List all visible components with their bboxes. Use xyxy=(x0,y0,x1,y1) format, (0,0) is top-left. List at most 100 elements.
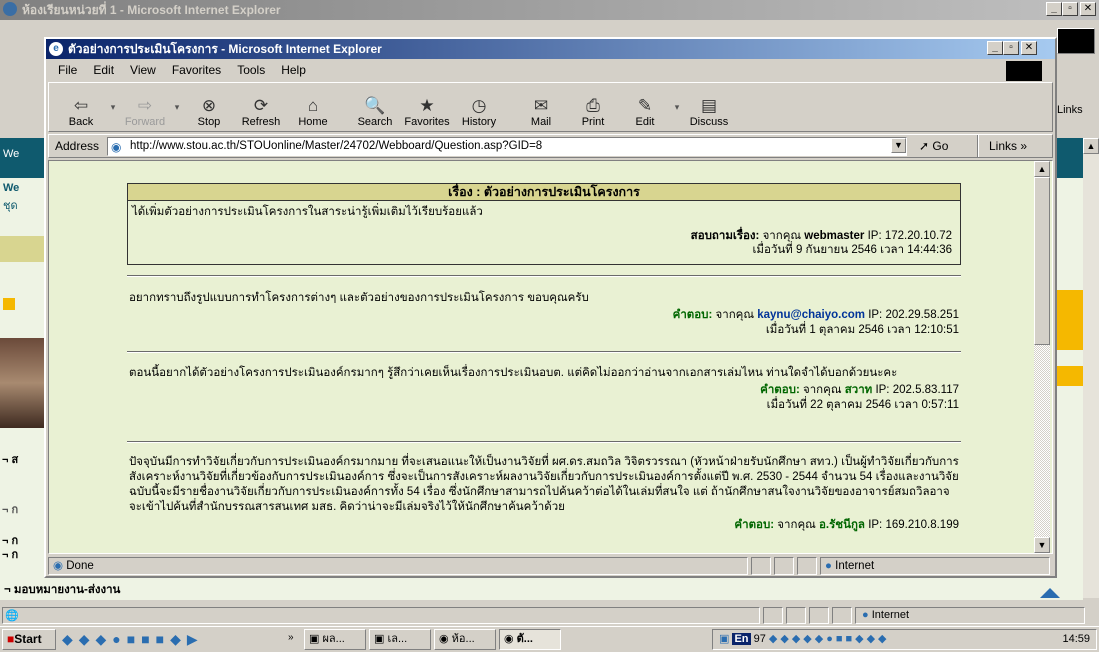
taskbar-item[interactable]: ▣ ผล... xyxy=(304,629,366,650)
status-cell xyxy=(751,557,771,575)
search-button[interactable]: 🔍 Search xyxy=(349,87,401,131)
outer-sidebar-text: ชุด xyxy=(3,200,18,212)
edit-button[interactable]: ✎ Edit xyxy=(619,87,671,131)
topic-meta: สอบถามเรื่อง: จากคุณ webmaster IP: 172.2… xyxy=(690,230,952,256)
taskbar-item-active[interactable]: ◉ ตั... xyxy=(499,629,561,650)
maximize-button[interactable]: ▫ xyxy=(1003,41,1019,55)
go-button[interactable]: ➚ Go xyxy=(919,139,948,153)
reply-author[interactable]: อ.รัชนีกูล xyxy=(819,519,865,531)
language-indicator[interactable]: En xyxy=(732,633,751,645)
outer-right-header xyxy=(1057,138,1083,178)
statusbar: ◉ Done ● Internet xyxy=(48,556,1053,576)
outer-links-label[interactable]: Links xyxy=(1057,104,1083,116)
outer-window-title: ห้องเรียนหน่วยที่ 1 - Microsoft Internet… xyxy=(22,3,281,17)
minimize-button[interactable]: _ xyxy=(987,41,1003,55)
content-scrollbar[interactable]: ▲ ▼ xyxy=(1034,161,1050,553)
reply-meta: คำตอบ: จากคุณ สวาท IP: 202.5.83.117 เมื่… xyxy=(760,384,959,411)
edit-dropdown-icon[interactable]: ▾ xyxy=(671,102,683,113)
outer-minimize-button[interactable]: _ xyxy=(1046,2,1062,16)
page-done-icon: ◉ xyxy=(53,560,64,572)
outer-scrollbar[interactable]: ▲ xyxy=(1083,138,1099,598)
menu-edit[interactable]: Edit xyxy=(85,60,122,80)
address-bar: Address ◉ http://www.stou.ac.th/STOUonli… xyxy=(48,134,1053,158)
page-icon: ◉ xyxy=(111,140,122,154)
outer-status-text: 🌐 xyxy=(2,607,760,624)
sidebar-menu-item[interactable]: ¬ ส xyxy=(2,450,18,468)
scroll-down-arrow-icon[interactable]: ▼ xyxy=(1034,537,1050,553)
forward-button[interactable]: ⇨ Forward xyxy=(119,87,171,131)
back-button[interactable]: ⇦ Back xyxy=(55,87,107,131)
inner-titlebar[interactable]: e ตัวอย่างการประเมินโครงการ - Microsoft … xyxy=(46,39,1055,59)
reply-body: ตอนนี้อยากได้ตัวอย่างโครงการประเมินองค์ก… xyxy=(129,367,898,379)
sidebar-menu-item[interactable]: ¬ ก xyxy=(2,545,18,563)
outer-sidebar-photo xyxy=(0,338,44,428)
clock[interactable]: 14:59 xyxy=(1062,630,1090,649)
start-button[interactable]: ■Start xyxy=(2,629,56,650)
stop-button[interactable]: ⊗ Stop xyxy=(183,87,235,131)
menu-file[interactable]: File xyxy=(50,60,85,80)
links-button[interactable]: Links » xyxy=(989,139,1027,153)
menu-help[interactable]: Help xyxy=(273,60,314,80)
toolbar-divider xyxy=(977,135,979,157)
outer-right-band xyxy=(1057,290,1083,350)
refresh-button[interactable]: ⟳ Refresh xyxy=(235,87,287,131)
reply-author[interactable]: สวาท xyxy=(845,384,873,396)
close-button[interactable]: ✕ xyxy=(1021,41,1037,55)
home-icon: ⌂ xyxy=(307,96,319,115)
scroll-up-arrow-icon[interactable]: ▲ xyxy=(1034,161,1050,177)
inner-window: e ตัวอย่างการประเมินโครงการ - Microsoft … xyxy=(44,37,1057,578)
content-area: เรื่อง : ตัวอย่างการประเมินโครงการ ได้เพ… xyxy=(48,160,1053,554)
outer-bottom-strip: ¬ มอบหมายงาน-ส่งงาน xyxy=(0,578,1083,600)
reply-meta: คำตอบ: จากคุณ อ.รัชนีกูล IP: 169.210.8.1… xyxy=(734,519,959,531)
reply-author[interactable]: kaynu@chaiyo.com xyxy=(757,309,865,321)
topic-author[interactable]: webmaster xyxy=(804,230,864,242)
status-zone: ● Internet xyxy=(820,557,1050,575)
assignment-menu-link[interactable]: ¬ มอบหมายงาน-ส่งงาน xyxy=(4,581,120,599)
outer-status-cell xyxy=(786,607,806,624)
mail-button[interactable]: ✉ Mail xyxy=(515,87,567,131)
outer-status-zone: ● Internet xyxy=(855,607,1085,624)
reply-post: ตอนนี้อยากได้ตัวอย่างโครงการประเมินองค์ก… xyxy=(129,366,959,413)
address-input[interactable]: ◉ http://www.stou.ac.th/STOUonline/Maste… xyxy=(107,137,907,156)
address-label: Address xyxy=(55,139,100,153)
reply-post: ปัจจุบันมีการทำวิจัยเกี่ยวกับการประเมินอ… xyxy=(129,455,959,533)
home-button[interactable]: ⌂ Home xyxy=(287,87,339,131)
address-dropdown-icon[interactable]: ▼ xyxy=(891,138,906,153)
menu-tools[interactable]: Tools xyxy=(229,60,273,80)
forward-arrow-icon: ⇨ xyxy=(137,96,153,115)
taskbar-item[interactable]: ◉ ห้อ... xyxy=(434,629,496,650)
menu-view[interactable]: View xyxy=(122,60,164,80)
outer-maximize-button[interactable]: ▫ xyxy=(1062,2,1078,16)
outer-sidebar-text: We xyxy=(3,182,20,194)
history-icon: ◷ xyxy=(471,96,487,115)
divider xyxy=(127,441,961,443)
system-tray: ▣ En 97 ◆◆◆◆◆●■■◆◆◆ 14:59 xyxy=(712,629,1097,650)
scroll-thumb[interactable] xyxy=(1034,177,1050,345)
taskbar-item[interactable]: ▣ เล... xyxy=(369,629,431,650)
outer-statusbar: 🌐 ● Internet xyxy=(0,605,1099,625)
menu-favorites[interactable]: Favorites xyxy=(164,60,229,80)
outer-close-button[interactable]: ✕ xyxy=(1080,2,1096,16)
forward-dropdown-icon[interactable]: ▾ xyxy=(171,102,183,113)
outer-right-panel xyxy=(1057,138,1083,578)
quick-launch[interactable]: ◆◆◆●■■■◆▶ xyxy=(62,631,288,649)
sidebar-menu-item[interactable]: ¬ ก xyxy=(2,500,18,518)
favorites-icon: ★ xyxy=(419,96,435,115)
inner-window-title: ตัวอย่างการประเมินโครงการ - Microsoft In… xyxy=(68,42,382,56)
outer-titlebar[interactable]: ห้องเรียนหน่วยที่ 1 - Microsoft Internet… xyxy=(0,0,1099,20)
tray-icon[interactable]: ▣ xyxy=(713,633,729,645)
reply-meta: คำตอบ: จากคุณ kaynu@chaiyo.com IP: 202.2… xyxy=(672,309,959,336)
status-text: ◉ Done xyxy=(48,557,748,575)
globe-icon: ● xyxy=(862,609,869,621)
quicklaunch-more-icon[interactable]: » xyxy=(288,632,294,643)
back-dropdown-icon[interactable]: ▾ xyxy=(107,102,119,113)
scroll-up-arrow-icon[interactable]: ▲ xyxy=(1083,138,1099,154)
reply-body: ปัจจุบันมีการทำวิจัยเกี่ยวกับการประเมินอ… xyxy=(129,456,959,513)
print-button[interactable]: ⎙ Print xyxy=(567,87,619,131)
discuss-button[interactable]: ▤ Discuss xyxy=(683,87,735,131)
outer-status-cell xyxy=(809,607,829,624)
stop-icon: ⊗ xyxy=(201,96,217,115)
tray-icons[interactable]: ◆◆◆◆◆●■■◆◆◆ xyxy=(769,633,890,645)
history-button[interactable]: ◷ History xyxy=(453,87,505,131)
favorites-button[interactable]: ★ Favorites xyxy=(401,87,453,131)
